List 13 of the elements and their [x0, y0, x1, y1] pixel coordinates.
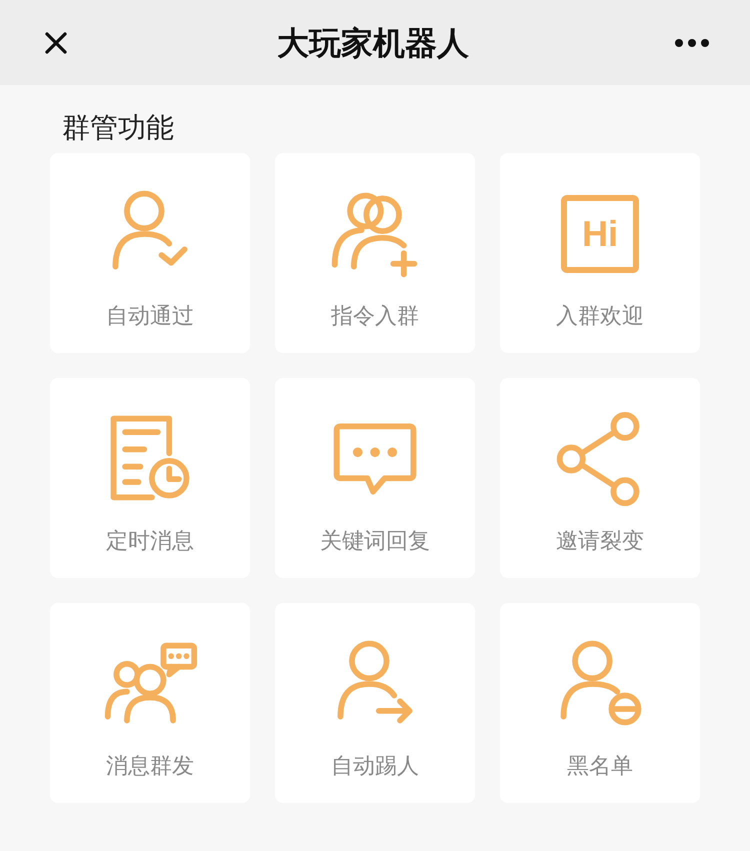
feature-card[interactable]: 消息群发	[50, 603, 250, 803]
feature-card[interactable]: 黑名单	[500, 603, 700, 803]
feature-card[interactable]: 关键词回复	[275, 378, 475, 578]
more-icon	[675, 38, 709, 46]
feature-card[interactable]: Hi 入群欢迎	[500, 153, 700, 353]
feature-card[interactable]: 邀请裂变	[500, 378, 700, 578]
section-title: 群管功能	[61, 111, 175, 145]
feature-card[interactable]: 自动通过	[50, 153, 250, 353]
page-title: 大玩家机器人	[277, 24, 469, 62]
feature-card[interactable]: 定时消息	[50, 378, 250, 578]
feature-card[interactable]: 指令入群	[275, 153, 475, 353]
hi-icon: Hi	[561, 195, 639, 273]
feature-card[interactable]: 自动踢人	[275, 603, 475, 803]
